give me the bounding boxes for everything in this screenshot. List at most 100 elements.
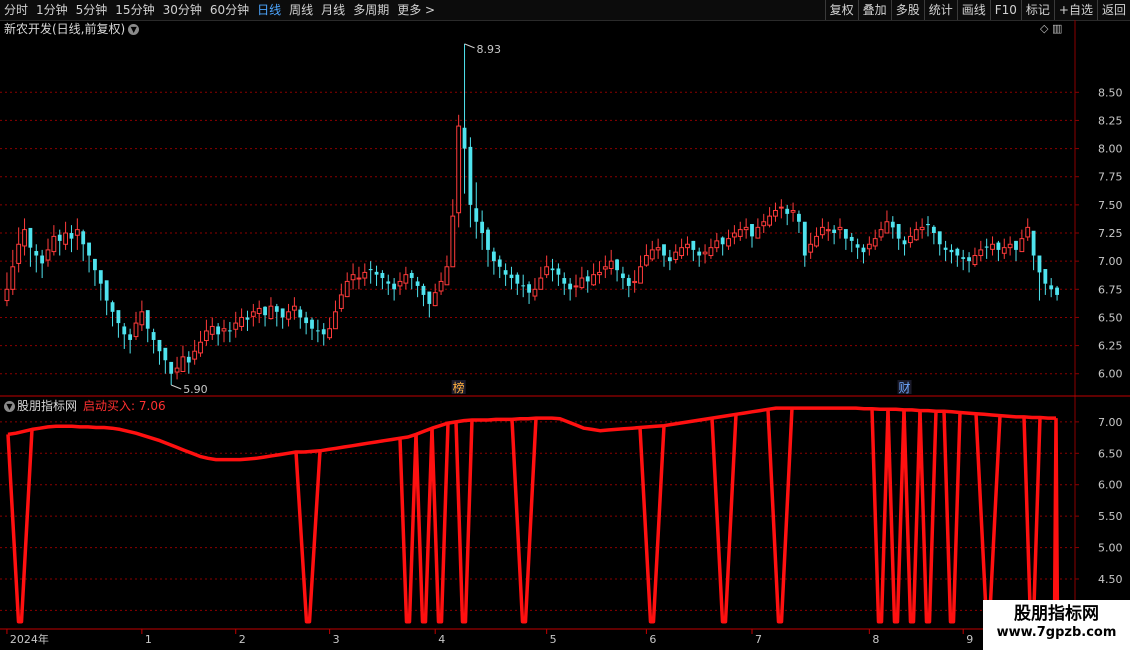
candle-body (291, 305, 297, 311)
candle-body (456, 125, 462, 214)
low-marker-label: 5.90 (183, 383, 208, 396)
candle-body (250, 311, 256, 317)
candle-body (315, 330, 320, 332)
candle-body (861, 247, 866, 253)
candle-body (233, 322, 239, 330)
candle-body (128, 334, 133, 340)
candle-body (421, 285, 426, 295)
candle-body (397, 280, 403, 287)
candle-body (74, 229, 80, 236)
candle-body (990, 243, 995, 250)
candle-body (649, 249, 655, 260)
candle-body (362, 271, 368, 279)
candle-body (145, 310, 150, 329)
candle-body (866, 243, 872, 250)
candle-body (321, 329, 326, 335)
candle-body (626, 278, 631, 286)
main-y-tick-label: 8.25 (1098, 114, 1123, 127)
candle-body (949, 249, 954, 253)
candle-body (608, 260, 614, 269)
candle-body (819, 226, 825, 236)
candle-body (926, 224, 930, 226)
candle-body (550, 268, 555, 271)
event-badge-cai: 财 (899, 381, 911, 395)
candle-body (896, 224, 901, 239)
candle-body (527, 284, 531, 293)
candle-body (280, 308, 285, 318)
candle-body (69, 233, 74, 239)
candle-body (562, 278, 567, 284)
x-tick-label: 7 (755, 633, 762, 646)
candle-body (409, 272, 414, 279)
candle-body (356, 277, 362, 280)
candle-body (304, 317, 309, 324)
event-badge-bang: 榜 (453, 380, 465, 395)
indicator-dip (414, 428, 434, 624)
candle-body (380, 272, 385, 279)
candles (4, 43, 1059, 385)
indicator-line (7, 406, 1056, 462)
candle-body (785, 208, 790, 214)
candle-body (221, 328, 227, 332)
candle-body (87, 242, 91, 256)
high-marker-label: 8.93 (477, 43, 502, 56)
candle-body (731, 232, 737, 238)
candle-body (57, 234, 62, 241)
candle-body (1055, 287, 1059, 295)
candle-body (163, 347, 168, 361)
candle-body (198, 341, 203, 354)
x-tick-label: 1 (145, 633, 152, 646)
candle-body (662, 244, 666, 256)
candle-body (538, 277, 544, 290)
candle-body (139, 311, 145, 326)
candle-body (797, 213, 801, 222)
candle-body (10, 266, 16, 290)
candle-body (591, 274, 597, 286)
candle-body (151, 332, 156, 340)
candle-body (374, 271, 379, 275)
main-y-tick-label: 7.75 (1098, 171, 1123, 184)
x-tick-label: 2 (239, 633, 246, 646)
candle-body (274, 306, 279, 312)
candle-body (837, 226, 843, 231)
candle-body (638, 266, 643, 284)
candle-body (743, 226, 749, 231)
candle-body (884, 221, 890, 234)
watermark-title: 股朋指标网 (1014, 604, 1099, 624)
candle-body (825, 229, 831, 232)
candle-body (937, 231, 942, 245)
candle-body (28, 227, 33, 248)
indicator-dip (886, 409, 906, 624)
low-marker-line (171, 384, 182, 390)
candle-body (913, 229, 919, 241)
candle-body (843, 229, 848, 239)
sub-y-tick-label: 5.50 (1098, 510, 1123, 523)
candle-body (978, 249, 984, 257)
candle-body (726, 238, 731, 247)
candle-body (63, 232, 69, 245)
candle-body (180, 356, 186, 372)
x-tick-label: 4 (438, 633, 445, 646)
x-tick-label: 9 (966, 633, 973, 646)
candle-body (655, 247, 661, 251)
indicator-dip (974, 413, 1002, 624)
x-tick-label: 8 (872, 633, 879, 646)
candle-body (22, 229, 27, 247)
candle-body (961, 257, 966, 259)
indicator-dip (638, 425, 666, 624)
candle-body (239, 316, 245, 327)
candle-body (310, 319, 314, 329)
main-y-tick-label: 7.00 (1098, 255, 1123, 268)
indicator-dip (454, 419, 474, 624)
candle-body (931, 226, 936, 234)
candle-body (486, 229, 490, 250)
candle-body (521, 285, 526, 287)
candle-body (169, 361, 174, 374)
stock-chart[interactable]: 6.00 6.25 6.50 6.75 7.00 7.25 7.50 7.75 8.00 8.25… (0, 0, 1130, 650)
candle-body (755, 226, 761, 239)
candle-body (333, 311, 338, 330)
candle-body (256, 307, 262, 315)
candle-body (890, 221, 895, 228)
candle-body (708, 247, 714, 257)
candle-body (667, 257, 672, 262)
